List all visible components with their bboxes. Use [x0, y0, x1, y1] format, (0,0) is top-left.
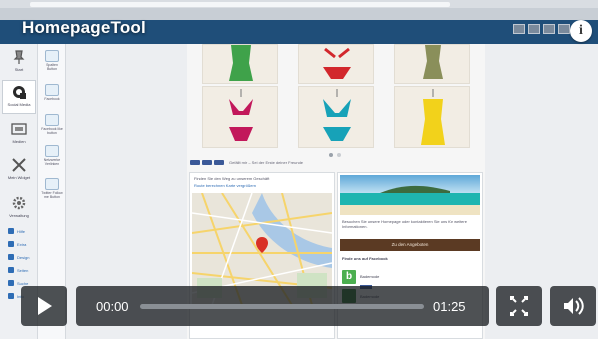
header-button: [513, 24, 525, 34]
sidebar-nav-social-media[interactable]: Social Media: [2, 80, 36, 114]
promo-button[interactable]: Zu den Angeboten: [340, 239, 480, 251]
video-player[interactable]: Start Social Media Medien Mein Widget Ve…: [0, 0, 598, 339]
sidebar-nav-label: Mein Widget: [7, 175, 31, 180]
gear-icon: [12, 196, 26, 210]
sidebar-link-label: Hilfe: [17, 228, 26, 234]
product-image[interactable]: [298, 86, 374, 148]
tool-label: Facebook like button: [41, 127, 63, 135]
bikini-red-image: [323, 47, 351, 79]
link-icon: [8, 280, 14, 286]
share-buttons: Gefällt mir – Sei der Erste deiner Freun…: [190, 160, 303, 165]
video-title: HomepageTool: [22, 18, 146, 37]
info-button[interactable]: i: [570, 20, 592, 42]
beach-image: [340, 175, 480, 215]
sidebar-nav-label: Medien: [12, 139, 26, 144]
tools-icon: [12, 158, 26, 172]
brand-logo-icon: b: [342, 270, 356, 284]
twitter-icon: [45, 178, 59, 190]
share-button[interactable]: [202, 160, 212, 165]
facebook-widget-title: Finde uns auf Facebook: [342, 256, 388, 261]
address-bar: [30, 2, 450, 7]
swimsuit-green-image: [229, 45, 253, 81]
beach-photo: [340, 175, 480, 215]
slider-dot[interactable]: [337, 153, 341, 157]
header-button: [558, 24, 570, 34]
header-button: [528, 24, 540, 34]
volume-button[interactable]: [550, 286, 596, 326]
sidebar-link-label: Seiten: [17, 267, 29, 273]
header-button: [543, 24, 555, 34]
swimsuit-yellow-image: [421, 89, 445, 145]
product-image[interactable]: [394, 86, 470, 148]
sidebar-nav-label: Social Media: [7, 102, 31, 107]
sidebar-tool[interactable]: Facebook: [41, 84, 63, 101]
sidebar-nav-verwaltung[interactable]: Verwaltung: [2, 192, 36, 226]
duration: 01:25: [433, 299, 466, 314]
sidebar-tool[interactable]: Twitter Follow me Button: [41, 178, 63, 199]
share-button[interactable]: [214, 160, 224, 165]
product-image[interactable]: [202, 86, 278, 148]
product-image[interactable]: [298, 44, 374, 84]
link-icon: [8, 228, 14, 234]
info-icon: i: [579, 23, 583, 38]
tool-label: Facebook: [44, 97, 60, 101]
current-time: 00:00: [96, 299, 129, 314]
bikini-turquoise-image: [323, 89, 351, 141]
share-button[interactable]: [190, 160, 200, 165]
progress-bar[interactable]: [140, 304, 424, 309]
sidebar-nav-start[interactable]: Start: [2, 46, 36, 80]
facebook-icon: [45, 84, 59, 96]
link-icon: [8, 293, 14, 299]
sidebar-nav-label: Verwaltung: [9, 213, 29, 218]
promo-text: Besuchen Sie unsere Homepage oder kontak…: [342, 219, 467, 229]
link-icon: [8, 241, 14, 247]
sidebar-tool[interactable]: Spalten Button: [41, 50, 63, 71]
sidebar-link-label: Design: [17, 254, 30, 260]
sidebar-tool[interactable]: Facebook like button: [41, 114, 63, 135]
facebook-page-name: Bademode: [360, 274, 380, 279]
browser-chrome: [0, 0, 598, 8]
tool-icon: [45, 50, 59, 62]
media-icon: [11, 123, 27, 135]
tool-label: Spalten Button: [46, 63, 58, 71]
share-text: Gefällt mir – Sei der Erste deiner Freun…: [229, 160, 304, 165]
sidebar-nav-widget[interactable]: Mein Widget: [2, 154, 36, 188]
sidebar-link-label: Extra: [17, 241, 27, 247]
play-icon: [38, 297, 52, 315]
sidebar-nav-medien[interactable]: Medien: [2, 118, 36, 152]
tool-label: Netzwerke Verlinken: [43, 158, 61, 166]
like-icon: [45, 114, 59, 126]
sidebar-link[interactable]: Hilfe: [8, 228, 25, 234]
sidebar-link[interactable]: Extra: [8, 241, 26, 247]
social-icon: [13, 86, 26, 99]
sidebar-link-label: Suche: [17, 280, 29, 286]
sidebar-link[interactable]: Design: [8, 254, 29, 260]
product-image[interactable]: [202, 44, 278, 84]
tool-label: Twitter Follow me Button: [41, 191, 63, 199]
fullscreen-icon: [510, 296, 528, 316]
sidebar-tool[interactable]: Netzwerke Verlinken: [41, 145, 63, 166]
header-window-buttons: [513, 24, 570, 34]
slider-dot[interactable]: [329, 153, 333, 157]
bikini-magenta-image: [229, 89, 253, 141]
network-icon: [45, 145, 59, 157]
sidebar-link[interactable]: Seiten: [8, 267, 28, 273]
link-icon: [8, 267, 14, 273]
map-intro-text: Finden Sie den Weg zu unserem Geschäft: [194, 176, 270, 181]
pin-icon: [13, 50, 25, 64]
product-image[interactable]: [394, 44, 470, 84]
fullscreen-button[interactable]: [496, 286, 542, 326]
play-button[interactable]: [21, 286, 67, 326]
sidebar-nav-label: Start: [14, 67, 24, 72]
swimsuit-olive-image: [423, 45, 443, 79]
link-icon: [8, 254, 14, 260]
map-links[interactable]: Route berechnen Karte vergrößern: [194, 183, 256, 188]
volume-icon: [564, 297, 584, 315]
